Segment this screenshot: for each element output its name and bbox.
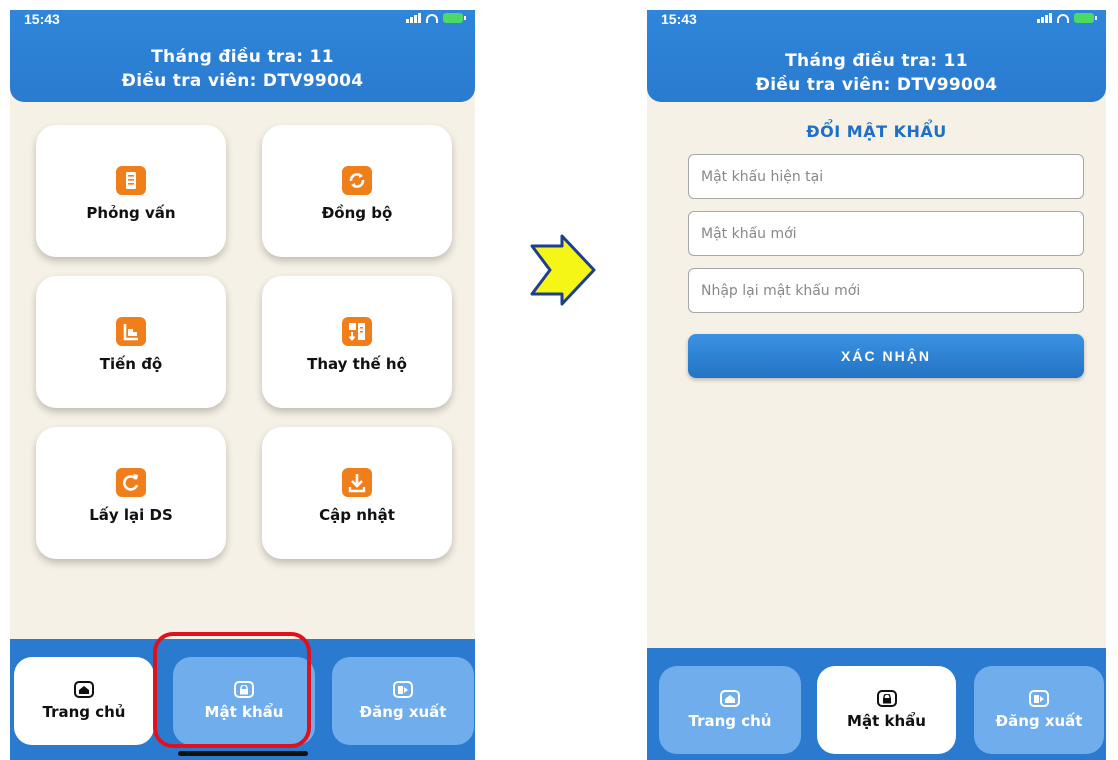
signal-icon	[406, 13, 421, 23]
tile-label: Phỏng vấn	[86, 204, 176, 222]
progress-icon	[116, 317, 146, 346]
home-icon	[720, 690, 740, 707]
nav-label: Đăng xuất	[995, 712, 1083, 730]
logout-icon	[393, 681, 413, 698]
tile-interview[interactable]: Phỏng vấn	[36, 125, 226, 257]
nav-logout[interactable]: Đăng xuất	[332, 657, 474, 745]
wifi-icon	[1057, 13, 1069, 23]
home-icon	[74, 681, 94, 698]
nav-label: Mật khẩu	[847, 712, 926, 730]
status-time: 15:43	[661, 11, 697, 27]
nav-label: Trang chủ	[42, 703, 126, 721]
survey-month: Tháng điều tra: 11	[151, 47, 334, 67]
next-step-arrow-icon	[530, 234, 596, 306]
status-icons	[406, 13, 466, 23]
highlight-box	[153, 632, 311, 748]
tile-reload-list[interactable]: Lấy lại DS	[36, 427, 226, 559]
bottom-nav: Trang chủ Mật khẩu Đăng xuất	[647, 648, 1106, 760]
nav-password[interactable]: Mật khẩu	[817, 666, 956, 754]
tile-label: Lấy lại DS	[89, 506, 173, 524]
surveyor-id: Điều tra viên: DTV99004	[755, 75, 998, 95]
tile-label: Cập nhật	[319, 506, 395, 524]
sync-icon	[342, 166, 372, 195]
tile-update[interactable]: Cập nhật	[262, 427, 452, 559]
tile-progress[interactable]: Tiến độ	[36, 276, 226, 408]
surveyor-id: Điều tra viên: DTV99004	[121, 71, 364, 91]
app-header: 15:43 Tháng điều tra: 11 Điều tra viên: …	[647, 10, 1106, 102]
document-icon	[116, 166, 146, 195]
logout-icon	[1029, 690, 1049, 707]
app-header: 15:43 Tháng điều tra: 11 Điều tra viên: …	[10, 10, 475, 102]
change-password-screen: 15:43 Tháng điều tra: 11 Điều tra viên: …	[647, 10, 1106, 760]
battery-icon	[443, 13, 466, 23]
status-time: 15:43	[24, 11, 60, 27]
tile-label: Thay thế hộ	[307, 355, 407, 373]
nav-label: Trang chủ	[688, 712, 772, 730]
reload-icon	[116, 468, 146, 497]
tile-label: Tiến độ	[99, 355, 163, 373]
download-icon	[342, 468, 372, 497]
confirm-new-password-input[interactable]	[688, 268, 1084, 313]
wifi-icon	[426, 13, 438, 23]
status-icons	[1037, 13, 1097, 23]
lock-icon	[876, 690, 897, 707]
nav-label: Đăng xuất	[359, 703, 447, 721]
tile-sync[interactable]: Đồng bộ	[262, 125, 452, 257]
signal-icon	[1037, 13, 1052, 23]
nav-logout[interactable]: Đăng xuất	[974, 666, 1104, 754]
change-password-title: ĐỔI MẬT KHẨU	[806, 122, 947, 141]
survey-month: Tháng điều tra: 11	[785, 51, 968, 71]
confirm-button[interactable]: XÁC NHẬN	[688, 334, 1084, 378]
battery-icon	[1074, 13, 1097, 23]
new-password-input[interactable]	[688, 211, 1084, 256]
nav-home[interactable]: Trang chủ	[659, 666, 801, 754]
nav-home[interactable]: Trang chủ	[14, 657, 154, 745]
tile-replace-household[interactable]: Thay thế hộ	[262, 276, 452, 408]
home-indicator	[177, 751, 308, 756]
replace-household-icon	[342, 317, 372, 346]
current-password-input[interactable]	[688, 154, 1084, 199]
tile-label: Đồng bộ	[321, 204, 393, 222]
